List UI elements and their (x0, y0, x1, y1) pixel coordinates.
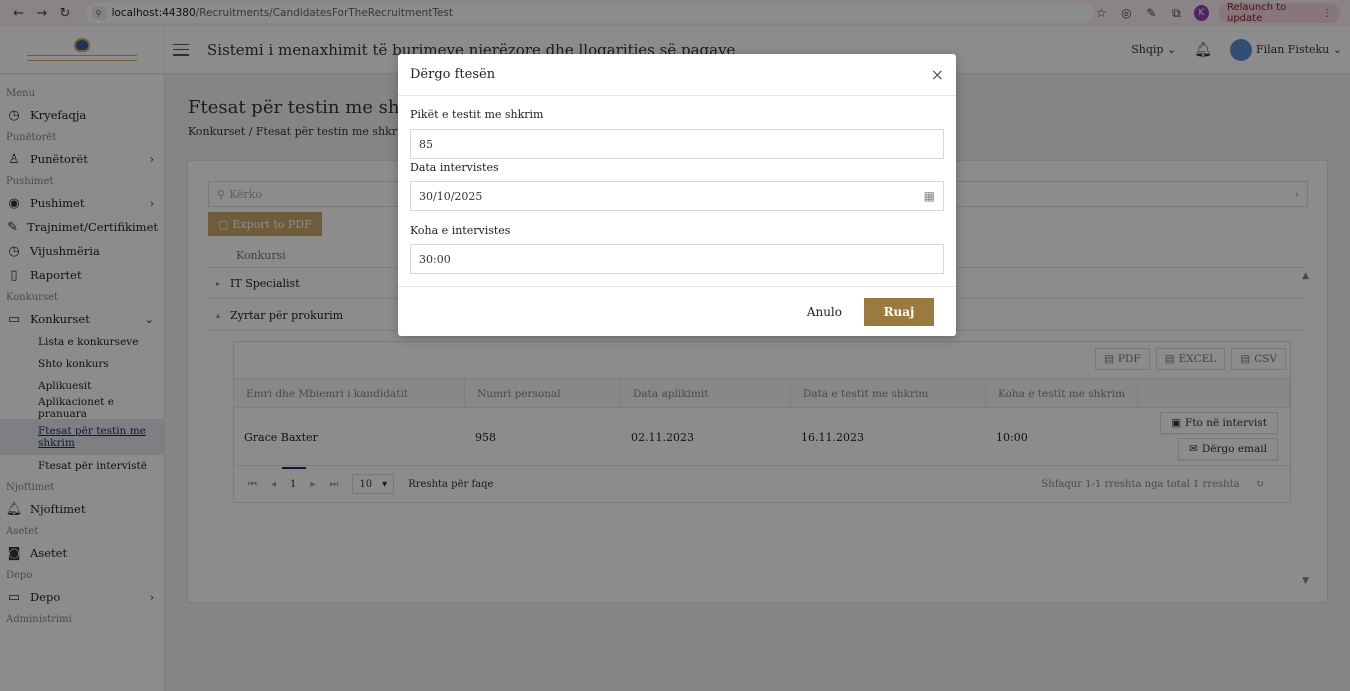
interview-time-label: Koha e intervistes (410, 224, 511, 237)
save-button[interactable]: Ruaj (864, 297, 934, 326)
score-label: Pikët e testit me shkrim (410, 108, 544, 121)
interview-date-input[interactable]: 30/10/2025 ▦ (410, 181, 944, 211)
send-invitation-dialog: Dërgo ftesën × Pikët e testit me shkrim … (398, 54, 956, 336)
interview-date-value: 30/10/2025 (419, 189, 483, 203)
dialog-header: Dërgo ftesën × (398, 54, 956, 96)
score-value: 85 (419, 137, 433, 151)
dialog-title: Dërgo ftesën (410, 67, 496, 82)
interview-time-input[interactable]: 30:00 (410, 244, 944, 274)
close-icon[interactable]: × (931, 65, 944, 84)
score-input[interactable]: 85 (410, 129, 944, 159)
cancel-button[interactable]: Anulo (799, 305, 850, 319)
calendar-icon[interactable]: ▦ (924, 189, 935, 203)
dialog-footer: Anulo Ruaj (398, 286, 956, 336)
interview-date-label: Data intervistes (410, 161, 499, 174)
interview-time-value: 30:00 (419, 252, 451, 266)
